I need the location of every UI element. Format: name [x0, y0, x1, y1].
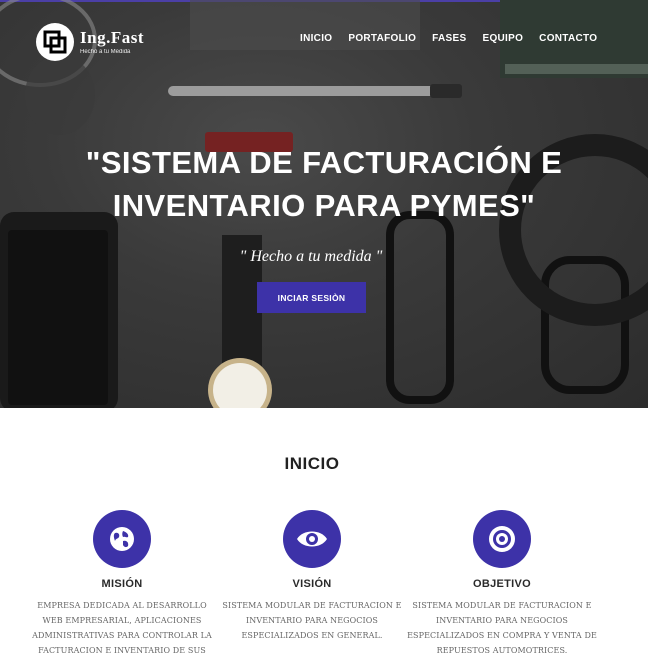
hero-banner: Ing.Fast Hecho a tu Medida INICIO PORTAF… [0, 0, 648, 408]
feature-objetivo: OBJETIVO SISTEMA MODULAR DE FACTURACION … [407, 510, 597, 658]
feature-vision: VISIÓN SISTEMA MODULAR DE FACTURACION E … [217, 510, 407, 643]
hero-title: "SISTEMA DE FACTURACIÓN E INVENTARIO PAR… [85, 145, 563, 223]
feature-title: VISIÓN [292, 578, 332, 590]
feature-description: SISTEMA MODULAR DE FACTURACION E INVENTA… [222, 601, 402, 640]
brand-tagline: Hecho a tu Medida [80, 49, 131, 55]
logo-icon [36, 23, 74, 61]
target-icon [473, 510, 531, 568]
nav-item-equipo[interactable]: EQUIPO [482, 33, 523, 44]
nav-item-portafolio[interactable]: PORTAFOLIO [348, 33, 416, 44]
feature-title: OBJETIVO [472, 578, 532, 590]
login-button[interactable]: INCIAR SESIÒN [257, 282, 366, 313]
nav-item-fases[interactable]: FASES [432, 33, 466, 44]
brand-logo[interactable]: Ing.Fast Hecho a tu Medida [36, 22, 156, 62]
section-title: INICIO [284, 454, 340, 473]
main-navigation: INICIO PORTAFOLIO FASES EQUIPO CONTACTO [300, 33, 613, 44]
nav-item-inicio[interactable]: INICIO [300, 33, 332, 44]
eye-icon [283, 510, 341, 568]
brand-text: Ing.Fast Hecho a tu Medida [80, 29, 144, 55]
feature-title: MISIÓN [101, 578, 143, 590]
nav-item-contacto[interactable]: CONTACTO [539, 33, 597, 44]
globe-icon [93, 510, 151, 568]
feature-description: SISTEMA MODULAR DE FACTURACION E INVENTA… [407, 601, 597, 655]
feature-description: EMPRESA DEDICADA AL DESARROLLO WEB EMPRE… [32, 601, 212, 655]
brand-name: Ing.Fast [80, 28, 144, 47]
feature-mision: MISIÓN EMPRESA DEDICADA AL DESARROLLO WE… [27, 510, 217, 658]
hero-subtitle: " Hecho a tu medida " [239, 248, 383, 265]
